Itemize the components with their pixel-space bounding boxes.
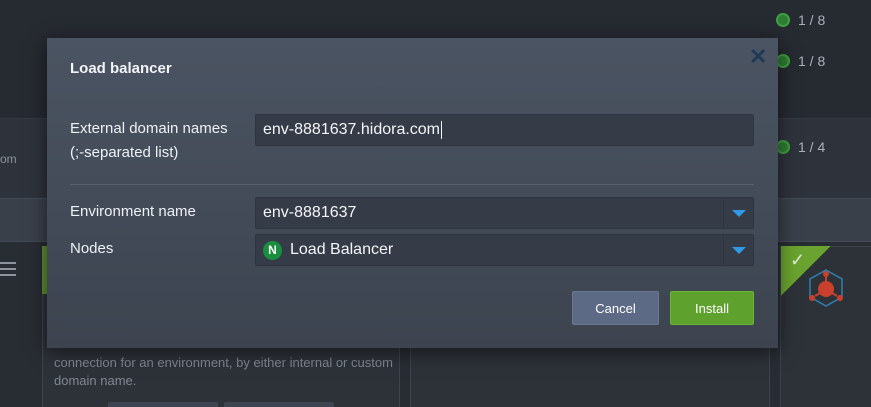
node-counter-text: 1 / 8 bbox=[798, 12, 826, 28]
close-icon[interactable]: ✕ bbox=[749, 46, 767, 68]
chevron-down-icon[interactable] bbox=[723, 235, 753, 265]
chevron-down-icon[interactable] bbox=[723, 198, 753, 228]
nodes-value: Load Balancer bbox=[290, 241, 394, 258]
nodes-select[interactable]: N Load Balancer bbox=[255, 234, 754, 266]
nginx-icon: N bbox=[263, 240, 282, 260]
environment-name-value: env-8881637 bbox=[263, 204, 357, 221]
nodes-label: Nodes bbox=[70, 240, 114, 257]
background-button bbox=[224, 402, 334, 407]
node-icon bbox=[776, 140, 790, 154]
node-counter: 1 / 8 bbox=[776, 12, 825, 28]
check-icon: ✓ bbox=[790, 250, 806, 270]
dialog-title: Load balancer bbox=[70, 60, 172, 77]
load-balancer-dialog: Load balancer ✕ External domain names (;… bbox=[47, 38, 778, 348]
node-counter: 1 / 4 bbox=[776, 139, 825, 155]
cancel-button[interactable]: Cancel bbox=[572, 291, 659, 325]
node-icon bbox=[776, 13, 790, 27]
background-button bbox=[108, 402, 218, 407]
domains-label-line2: (;-separated list) bbox=[70, 144, 179, 161]
domains-label: External domain names (;-separated list) bbox=[70, 117, 228, 165]
environment-name-select[interactable]: env-8881637 bbox=[255, 197, 754, 229]
load-balancer-icon bbox=[809, 269, 843, 307]
node-icon bbox=[776, 54, 790, 68]
install-button[interactable]: Install bbox=[670, 291, 754, 325]
text-cursor bbox=[441, 121, 443, 139]
node-counter: 1 / 8 bbox=[776, 53, 825, 69]
form-divider bbox=[70, 184, 754, 185]
background-description: connection for an environment, by either… bbox=[54, 355, 393, 388]
domains-input-value: env-8881637.hidora.com bbox=[263, 121, 441, 138]
node-counter-text: 1 / 8 bbox=[798, 53, 826, 69]
environment-name-label: Environment name bbox=[70, 203, 196, 220]
node-counter-text: 1 / 4 bbox=[798, 139, 826, 155]
background-truncated-text: om bbox=[0, 152, 17, 166]
domains-label-line1: External domain names bbox=[70, 120, 228, 137]
domains-input[interactable]: env-8881637.hidora.com bbox=[255, 114, 754, 146]
menu-icon[interactable] bbox=[0, 262, 16, 280]
